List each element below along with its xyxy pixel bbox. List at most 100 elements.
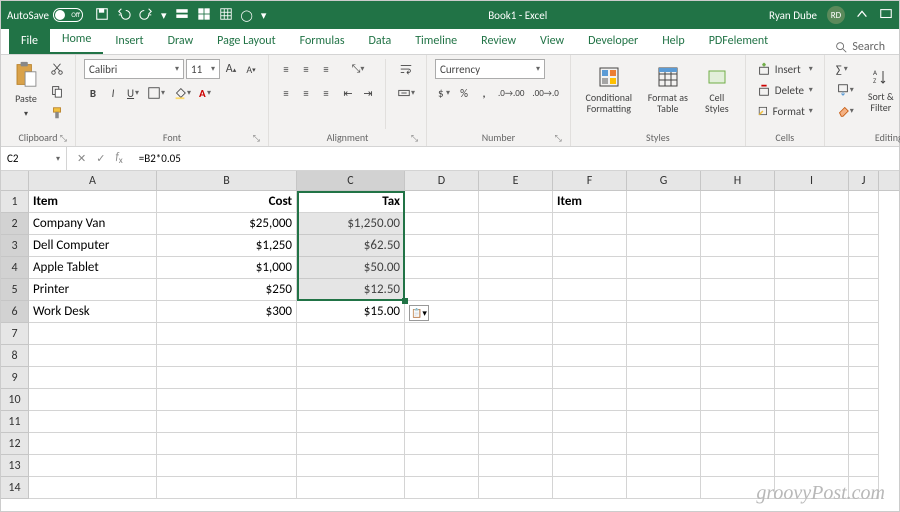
cell[interactable]: [701, 279, 775, 301]
column-header[interactable]: J: [849, 171, 879, 190]
cell[interactable]: [775, 235, 849, 257]
cell[interactable]: [849, 235, 879, 257]
tab-view[interactable]: View: [528, 29, 576, 54]
row-header[interactable]: 6: [1, 301, 29, 323]
cell[interactable]: [627, 411, 701, 433]
cell[interactable]: $1,250: [157, 235, 297, 257]
cell[interactable]: [157, 323, 297, 345]
cell[interactable]: [849, 191, 879, 213]
cell[interactable]: [405, 433, 479, 455]
cell[interactable]: [405, 389, 479, 411]
increase-decimal-button[interactable]: .0→.00: [495, 83, 527, 103]
cell[interactable]: [627, 323, 701, 345]
tab-review[interactable]: Review: [469, 29, 528, 54]
cell[interactable]: [553, 455, 627, 477]
cell[interactable]: [627, 455, 701, 477]
cell[interactable]: $1,000: [157, 257, 297, 279]
dialog-launcher-icon[interactable]: ⤡: [411, 133, 418, 144]
cell[interactable]: [479, 279, 553, 301]
cell[interactable]: [405, 345, 479, 367]
cell[interactable]: [701, 257, 775, 279]
cell[interactable]: [775, 279, 849, 301]
cell[interactable]: [849, 411, 879, 433]
cell[interactable]: [405, 213, 479, 235]
row-header[interactable]: 8: [1, 345, 29, 367]
cell[interactable]: [553, 323, 627, 345]
window-icon[interactable]: [879, 7, 893, 24]
cell[interactable]: [627, 301, 701, 323]
cell[interactable]: [157, 411, 297, 433]
italic-button[interactable]: I: [104, 83, 122, 103]
cell[interactable]: [405, 411, 479, 433]
cell[interactable]: [405, 191, 479, 213]
cell[interactable]: [701, 345, 775, 367]
cell[interactable]: [29, 411, 157, 433]
cell[interactable]: [701, 323, 775, 345]
cell[interactable]: [29, 477, 157, 499]
cell[interactable]: Cost: [157, 191, 297, 213]
cell[interactable]: [775, 345, 849, 367]
conditional-formatting-button[interactable]: Conditional Formatting: [579, 59, 639, 121]
cell[interactable]: [553, 367, 627, 389]
cell[interactable]: $250: [157, 279, 297, 301]
merge-center-button[interactable]: ▾: [394, 83, 418, 103]
cell[interactable]: Dell Computer: [29, 235, 157, 257]
cell[interactable]: [479, 213, 553, 235]
enter-formula-icon[interactable]: ✓: [96, 152, 105, 165]
cell[interactable]: $50.00: [297, 257, 405, 279]
tab-data[interactable]: Data: [357, 29, 404, 54]
cell[interactable]: [627, 279, 701, 301]
cancel-formula-icon[interactable]: ✕: [77, 152, 86, 165]
cell[interactable]: $62.50: [297, 235, 405, 257]
increase-indent-button[interactable]: ⇥: [359, 83, 377, 103]
column-header[interactable]: E: [479, 171, 553, 190]
cell[interactable]: [553, 213, 627, 235]
tab-pdfelement[interactable]: PDFelement: [697, 29, 780, 54]
cell[interactable]: [849, 389, 879, 411]
cell[interactable]: [849, 367, 879, 389]
redo-icon[interactable]: [139, 7, 153, 24]
border-button[interactable]: ▾: [144, 83, 168, 103]
cell[interactable]: [775, 367, 849, 389]
cell[interactable]: [297, 345, 405, 367]
cell[interactable]: [849, 455, 879, 477]
increase-font-button[interactable]: A▴: [222, 59, 240, 79]
dialog-launcher-icon[interactable]: ⤡: [555, 133, 562, 144]
cell[interactable]: $15.00: [297, 301, 405, 323]
column-header[interactable]: F: [553, 171, 627, 190]
cell[interactable]: [701, 455, 775, 477]
row-header[interactable]: 12: [1, 433, 29, 455]
cell[interactable]: [849, 257, 879, 279]
row-header[interactable]: 10: [1, 389, 29, 411]
cell[interactable]: [849, 433, 879, 455]
cell[interactable]: [627, 257, 701, 279]
dialog-launcher-icon[interactable]: ⤡: [60, 133, 67, 144]
cell[interactable]: [849, 345, 879, 367]
row-header[interactable]: 11: [1, 411, 29, 433]
cell[interactable]: [405, 477, 479, 499]
fx-icon[interactable]: fx: [115, 150, 122, 166]
spreadsheet-grid[interactable]: ABCDEFGHIJ 1ItemCostTaxItem2Company Van$…: [1, 171, 899, 499]
cell[interactable]: [775, 257, 849, 279]
tab-draw[interactable]: Draw: [156, 29, 206, 54]
align-right-button[interactable]: ≡: [317, 83, 335, 103]
autosum-button[interactable]: ∑ ▾: [833, 59, 851, 79]
cell[interactable]: [405, 235, 479, 257]
cell[interactable]: [479, 455, 553, 477]
cell[interactable]: [479, 433, 553, 455]
select-all-corner[interactable]: [1, 171, 29, 190]
cell[interactable]: [775, 213, 849, 235]
qat-icon[interactable]: [175, 7, 189, 24]
cell[interactable]: [553, 279, 627, 301]
cell[interactable]: [849, 279, 879, 301]
cell[interactable]: [553, 345, 627, 367]
tab-developer[interactable]: Developer: [576, 29, 650, 54]
tab-page-layout[interactable]: Page Layout: [205, 29, 287, 54]
cell[interactable]: [479, 235, 553, 257]
autosave-pill[interactable]: Off: [53, 8, 83, 22]
sort-filter-button[interactable]: AZ Sort & Filter: [861, 59, 900, 121]
cell[interactable]: [29, 367, 157, 389]
cell[interactable]: [157, 433, 297, 455]
undo-icon[interactable]: [117, 7, 131, 24]
cell[interactable]: [701, 191, 775, 213]
